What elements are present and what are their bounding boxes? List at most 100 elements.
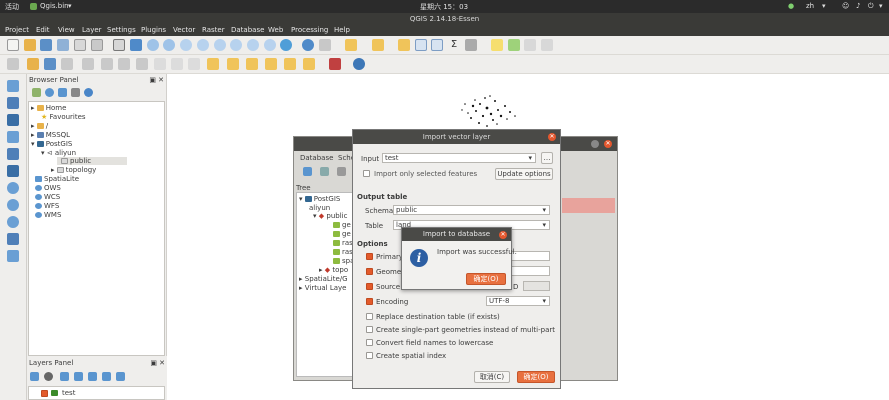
source-srid-checkbox[interactable]: [366, 283, 373, 290]
layer-visibility-checkbox[interactable]: [41, 390, 48, 397]
browser-item-wms[interactable]: WMS: [35, 211, 61, 219]
activities-button[interactable]: 活动: [5, 2, 19, 12]
bookmark-icon[interactable]: [508, 39, 520, 51]
browser-item-favourites[interactable]: ★ Favourites: [41, 113, 86, 121]
open-project-icon[interactable]: [24, 39, 36, 51]
statistics-icon[interactable]: Σ: [448, 39, 460, 51]
delete-selected-icon[interactable]: [118, 58, 130, 70]
add-postgis-layer-icon[interactable]: [7, 114, 19, 126]
db-tree-table[interactable]: ge: [333, 230, 351, 238]
refresh-db-icon[interactable]: [303, 167, 312, 176]
refresh-browser-icon[interactable]: [45, 88, 54, 97]
replace-table-checkbox[interactable]: [366, 313, 373, 320]
browser-item-wfs[interactable]: WFS: [35, 202, 59, 210]
layer-name[interactable]: test: [62, 389, 75, 397]
browser-item-public[interactable]: public: [57, 157, 127, 165]
only-selected-checkbox[interactable]: [363, 170, 370, 177]
add-wfs-layer-icon[interactable]: [7, 216, 19, 228]
undo-icon[interactable]: [188, 58, 200, 70]
copy-features-icon[interactable]: [154, 58, 166, 70]
browser-item-home[interactable]: ▸ Home: [31, 104, 66, 112]
zoom-layer-icon[interactable]: [230, 39, 242, 51]
menu-view[interactable]: View: [58, 26, 75, 34]
toggle-editing-icon[interactable]: [27, 58, 39, 70]
zoom-last-icon[interactable]: [247, 39, 259, 51]
filter-expression-icon[interactable]: [74, 372, 83, 381]
deselect-icon[interactable]: [398, 39, 410, 51]
db-tree-public[interactable]: ▾ ◆ public: [313, 212, 347, 220]
add-mssql-layer-icon[interactable]: [7, 148, 19, 160]
measure-icon[interactable]: [465, 39, 477, 51]
save-as-icon[interactable]: [57, 39, 69, 51]
attribute-table-icon[interactable]: [415, 39, 427, 51]
menu-help[interactable]: Help: [334, 26, 350, 34]
new-shapefile-icon[interactable]: [7, 250, 19, 262]
add-delimited-text-icon[interactable]: [7, 233, 19, 245]
clock[interactable]: 星期六 15：03: [420, 2, 468, 12]
message-ok-button[interactable]: 确定(O): [466, 273, 506, 285]
geometry-column-checkbox[interactable]: [366, 268, 373, 275]
properties-icon[interactable]: [84, 88, 93, 97]
input-layer-select[interactable]: test ▾: [382, 153, 536, 163]
menu-project[interactable]: Project: [5, 26, 29, 34]
menu-plugins[interactable]: Plugins: [141, 26, 166, 34]
collapse-all-icon[interactable]: [102, 372, 111, 381]
close-panel-icon[interactable]: ✕: [159, 359, 165, 367]
select-features-icon[interactable]: [345, 39, 357, 51]
browser-item-mssql[interactable]: ▸ MSSQL: [31, 131, 70, 139]
add-spatialite-layer-icon[interactable]: [7, 131, 19, 143]
db-tree-table[interactable]: ge: [333, 221, 351, 229]
remove-layer-icon[interactable]: [116, 372, 125, 381]
refresh-icon[interactable]: [280, 39, 292, 51]
menu-edit[interactable]: Edit: [36, 26, 50, 34]
expand-all-icon[interactable]: [88, 372, 97, 381]
encoding-select[interactable]: UTF-8 ▾: [486, 296, 550, 306]
add-raster-layer-icon[interactable]: [7, 97, 19, 109]
field-calculator-icon[interactable]: [431, 39, 443, 51]
db-manager-icon[interactable]: [329, 58, 341, 70]
db-tree-virtual[interactable]: ▸ Virtual Laye: [299, 284, 347, 292]
zoom-out-icon[interactable]: [163, 39, 175, 51]
cancel-button[interactable]: 取消(C): [474, 371, 510, 383]
add-feature-icon[interactable]: [61, 58, 73, 70]
encoding-checkbox[interactable]: [366, 298, 373, 305]
input-method-chevron-icon[interactable]: ▾: [822, 2, 826, 10]
power-icon[interactable]: ⏻: [868, 2, 874, 11]
browser-item-postgis[interactable]: ▾ PostGIS: [31, 140, 72, 148]
minimize-icon[interactable]: [591, 140, 599, 148]
browser-item-ows[interactable]: OWS: [35, 184, 61, 192]
browser-item-aliyun[interactable]: ▾ ⊲ aliyun: [41, 149, 76, 157]
target-srid-field[interactable]: [523, 281, 550, 291]
zoom-in-icon[interactable]: [147, 39, 159, 51]
move-label-icon[interactable]: [265, 58, 277, 70]
add-oracle-layer-icon[interactable]: [7, 165, 19, 177]
move-feature-icon[interactable]: [82, 58, 94, 70]
system-menu-chevron-icon[interactable]: ▾: [879, 2, 883, 10]
run-action-icon[interactable]: [319, 39, 331, 51]
browser-item-spatialite[interactable]: SpatiaLite: [35, 175, 79, 183]
db-tree-topology[interactable]: ▸ ◆ topo: [319, 266, 348, 274]
collapse-all-icon[interactable]: [71, 88, 80, 97]
app-menu-chevron-icon[interactable]: ▾: [68, 2, 72, 10]
menu-layer[interactable]: Layer: [82, 26, 102, 34]
highlight-labels-icon[interactable]: [246, 58, 258, 70]
float-panel-icon[interactable]: ▣: [149, 76, 156, 84]
save-project-icon[interactable]: [40, 39, 52, 51]
current-edits-icon[interactable]: [7, 58, 19, 70]
accessibility-icon[interactable]: ☺: [842, 2, 849, 10]
menu-processing[interactable]: Processing: [291, 26, 328, 34]
cut-features-icon[interactable]: [136, 58, 148, 70]
schema-select[interactable]: public ▾: [393, 205, 550, 215]
browser-item-wcs[interactable]: WCS: [35, 193, 60, 201]
ok-button[interactable]: 确定(O): [517, 371, 555, 383]
new-project-icon[interactable]: [7, 39, 19, 51]
menu-vector[interactable]: Vector: [173, 26, 195, 34]
network-icon[interactable]: ●: [788, 2, 794, 10]
menu-database[interactable]: Database: [231, 26, 264, 34]
browser-item-root[interactable]: ▸ /: [31, 122, 48, 130]
db-tree-aliyun[interactable]: aliyun: [309, 204, 330, 212]
db-tree-postgis[interactable]: ▾ PostGIS: [299, 195, 340, 203]
close-icon[interactable]: ✕: [604, 140, 612, 148]
node-tool-icon[interactable]: [101, 58, 113, 70]
paste-features-icon[interactable]: [171, 58, 183, 70]
